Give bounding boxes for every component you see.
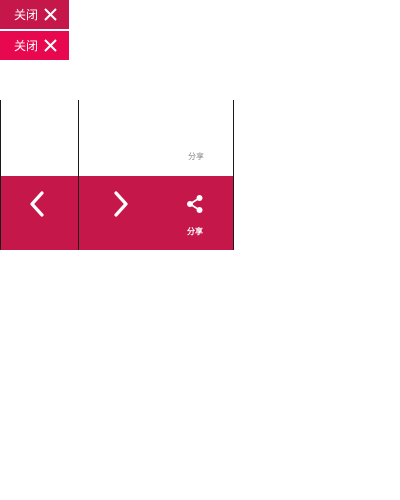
divider xyxy=(233,100,234,250)
next-button[interactable] xyxy=(79,176,164,250)
close-button[interactable]: 关闭 xyxy=(0,0,69,29)
chevron-left-icon xyxy=(30,191,44,217)
screen: 关闭 关闭 分享 分享 xyxy=(0,0,400,500)
content-area: 分享 xyxy=(0,100,234,176)
share-icon xyxy=(187,195,203,213)
close-icon xyxy=(44,8,57,21)
close-label: 关闭 xyxy=(14,7,39,22)
share-button[interactable]: 分享 xyxy=(175,176,215,250)
divider xyxy=(0,100,1,250)
chevron-right-icon xyxy=(114,191,128,217)
prev-button[interactable] xyxy=(1,176,78,250)
close-button-hover[interactable]: 关闭 xyxy=(0,31,69,60)
action-bar: 分享 xyxy=(0,176,234,250)
gallery-widget: 分享 分享 xyxy=(0,100,234,250)
divider xyxy=(78,100,79,250)
close-icon xyxy=(44,39,57,52)
share-label: 分享 xyxy=(187,227,203,236)
close-label: 关闭 xyxy=(14,38,39,53)
share-caption: 分享 xyxy=(188,152,204,161)
